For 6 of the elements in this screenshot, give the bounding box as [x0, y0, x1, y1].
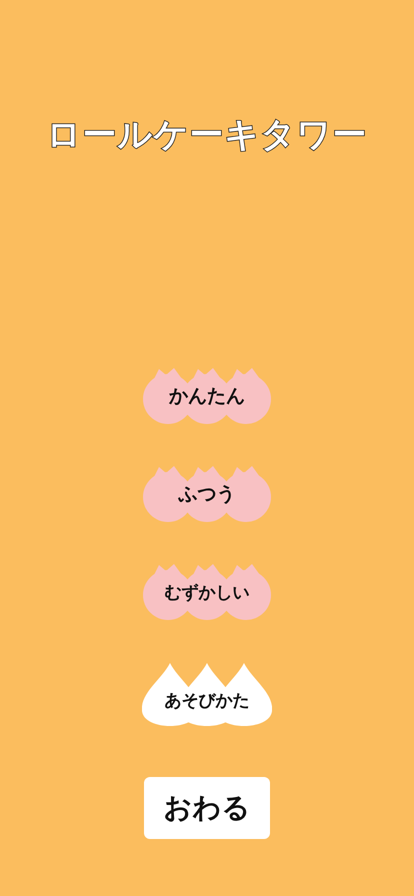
menu-button[interactable]: むずかしい [142, 561, 272, 623]
menu-button[interactable]: かんたん [142, 365, 272, 427]
menu-button[interactable]: おわる [144, 777, 270, 839]
game-title: ロールケーキタワー [46, 114, 368, 157]
menu-button[interactable]: あそびかた [142, 659, 272, 741]
menu-button[interactable]: ふつう [142, 463, 272, 525]
